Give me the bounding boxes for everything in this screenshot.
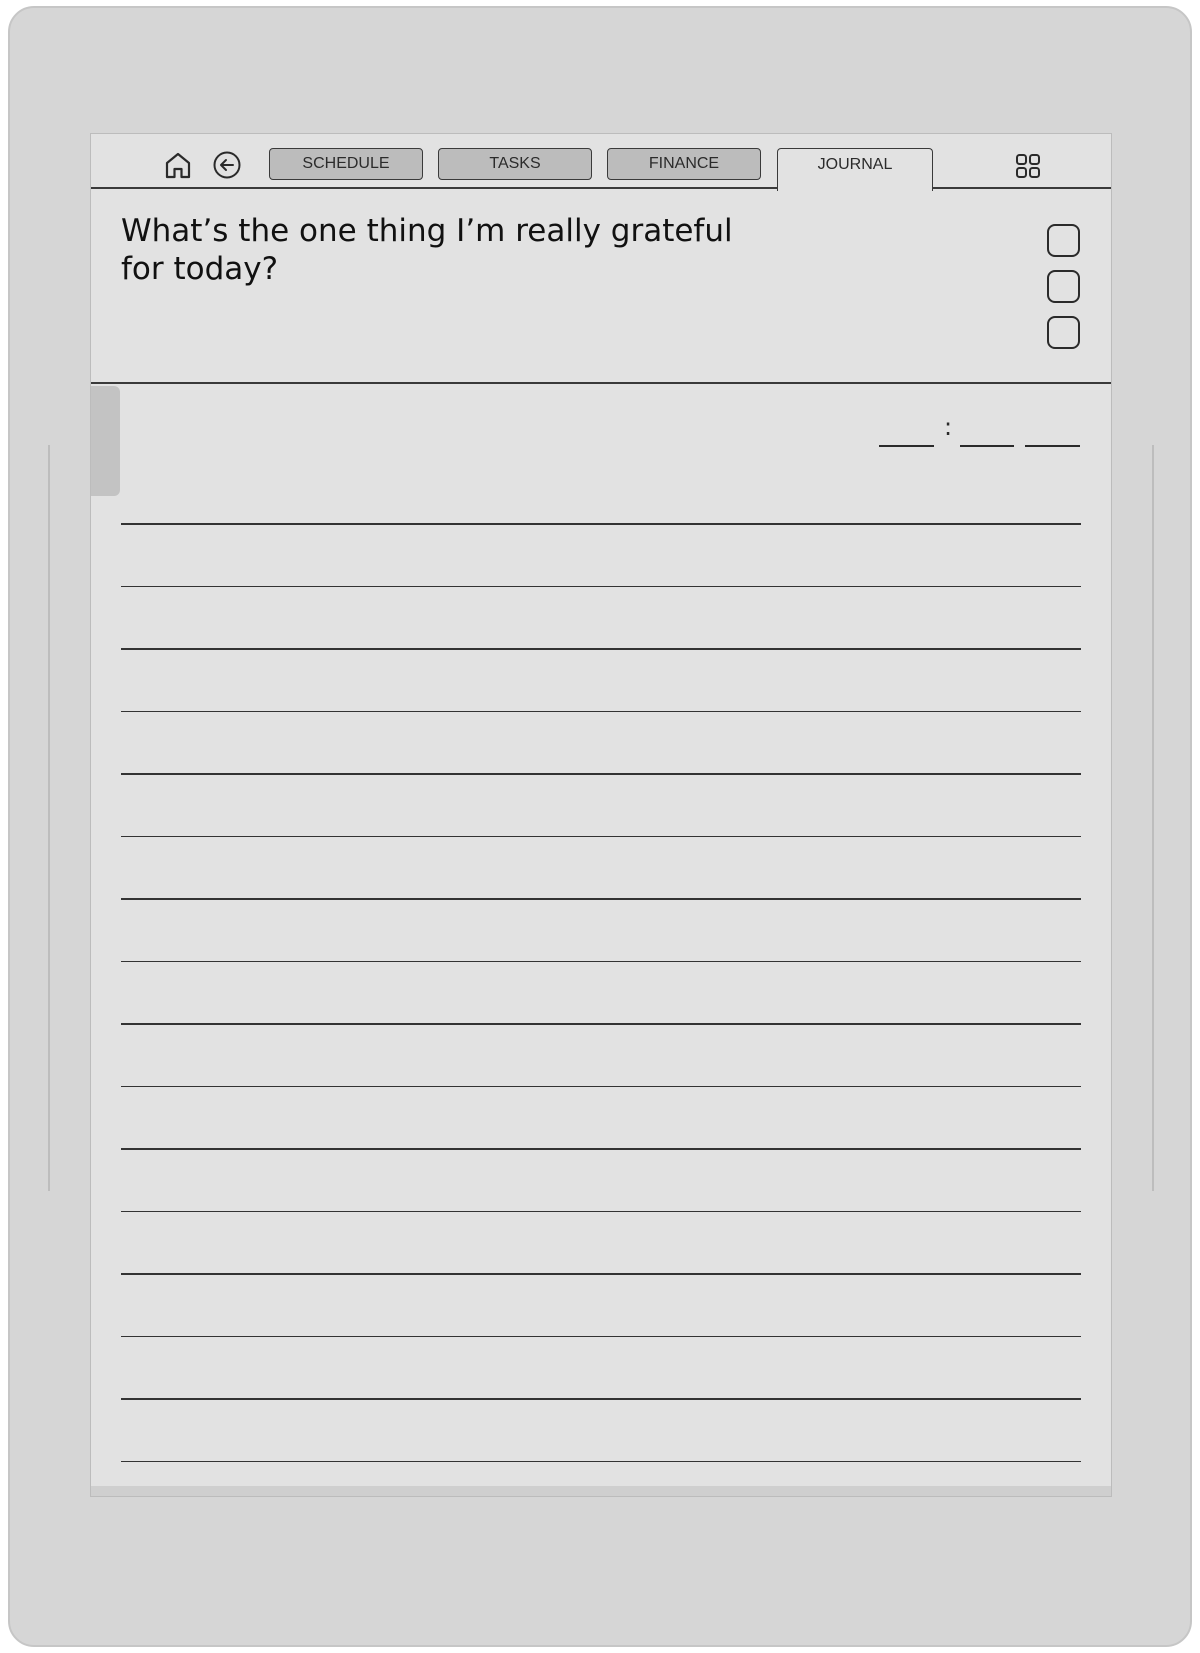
tab-schedule[interactable]: SCHEDULE: [269, 148, 423, 180]
ruled-line: [121, 835, 1081, 837]
journal-prompt: What’s the one thing I’m really grateful…: [121, 213, 733, 287]
writing-area[interactable]: [121, 523, 1081, 1483]
time-separator: :: [944, 413, 953, 441]
rating-checkbox-2[interactable]: [1047, 270, 1080, 303]
right-bezel-line: [1152, 445, 1154, 1191]
ruled-line: [121, 523, 1081, 525]
ruled-line: [121, 1210, 1081, 1212]
time-hour-field[interactable]: [879, 445, 934, 447]
grid-apps-icon[interactable]: [1014, 152, 1042, 180]
screen-bottom-edge: [91, 1486, 1111, 1496]
ruled-line: [121, 1148, 1081, 1150]
tab-journal[interactable]: JOURNAL: [777, 148, 933, 191]
ruled-line: [121, 1273, 1081, 1275]
ruled-line: [121, 960, 1081, 962]
tab-finance[interactable]: FINANCE: [607, 148, 761, 180]
ruled-line: [121, 1335, 1081, 1337]
ruled-line: [121, 1460, 1081, 1462]
top-navigation-bar: SCHEDULE TASKS FINANCE JOURNAL: [91, 134, 1111, 191]
ruled-line: [121, 1398, 1081, 1400]
time-ampm-field[interactable]: [1025, 445, 1080, 447]
ruled-line: [121, 1023, 1081, 1025]
time-minute-field[interactable]: [960, 445, 1014, 447]
back-arrow-icon[interactable]: [212, 150, 242, 180]
ruled-line: [121, 1085, 1081, 1087]
ruled-line: [121, 648, 1081, 650]
section-divider: [91, 382, 1111, 384]
ruled-line: [121, 898, 1081, 900]
ruled-line: [121, 773, 1081, 775]
ruled-line: [121, 585, 1081, 587]
rating-checkbox-1[interactable]: [1047, 224, 1080, 257]
ruled-line: [121, 710, 1081, 712]
home-icon[interactable]: [163, 150, 193, 180]
tab-tasks[interactable]: TASKS: [438, 148, 592, 180]
rating-checkbox-3[interactable]: [1047, 316, 1080, 349]
left-bezel-line: [48, 445, 50, 1191]
side-panel-handle[interactable]: [91, 386, 120, 496]
e-ink-screen: SCHEDULE TASKS FINANCE JOURNAL What’s th…: [90, 133, 1112, 1497]
